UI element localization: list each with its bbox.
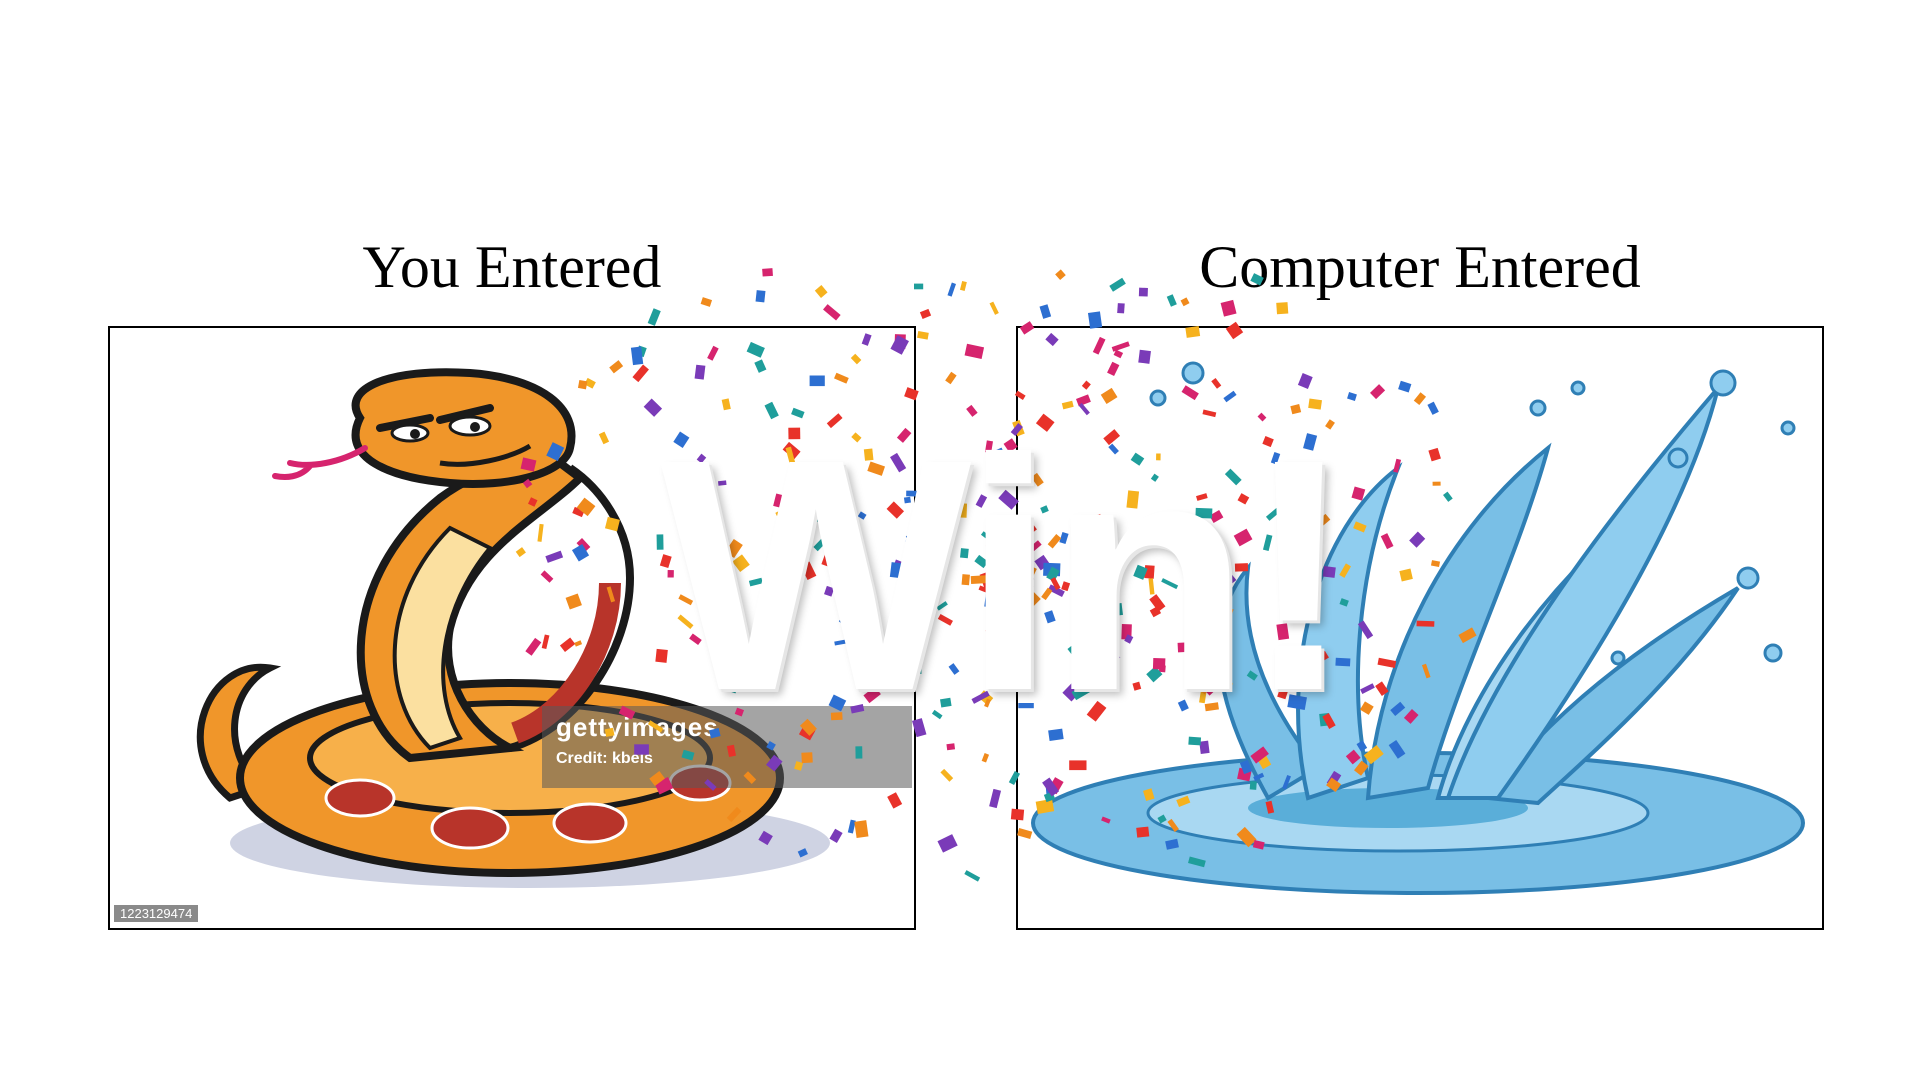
confetti-piece bbox=[1000, 555, 1011, 563]
confetti-piece bbox=[946, 743, 956, 751]
confetti-piece bbox=[964, 343, 985, 359]
confetti-piece bbox=[647, 308, 661, 326]
confetti-piece bbox=[1003, 653, 1010, 662]
confetti-piece bbox=[931, 555, 944, 568]
confetti-piece bbox=[919, 308, 932, 319]
confetti-piece bbox=[933, 542, 945, 556]
confetti-piece bbox=[989, 301, 999, 315]
confetti-piece bbox=[985, 623, 1003, 643]
stock-watermark: gettyimages Credit: kbeis bbox=[542, 706, 912, 788]
confetti-piece bbox=[823, 304, 841, 321]
confetti-piece bbox=[970, 575, 989, 584]
confetti-piece bbox=[948, 663, 960, 675]
confetti-piece bbox=[959, 280, 967, 291]
confetti-piece bbox=[978, 585, 988, 593]
confetti-piece bbox=[1003, 552, 1011, 564]
watermark-brand: gettyimages bbox=[556, 712, 719, 742]
computer-choice-panel bbox=[1016, 326, 1824, 930]
confetti-piece bbox=[1039, 304, 1052, 319]
confetti-piece bbox=[961, 574, 970, 586]
confetti-piece bbox=[996, 563, 1008, 579]
confetti-piece bbox=[984, 698, 991, 708]
confetti-piece bbox=[931, 709, 943, 720]
confetti-piece bbox=[971, 690, 990, 704]
confetti-piece bbox=[989, 788, 1002, 809]
confetti-piece bbox=[948, 506, 962, 518]
confetti-piece bbox=[939, 522, 954, 532]
confetti-piece bbox=[940, 697, 952, 708]
player-choice-caption: You Entered bbox=[362, 234, 662, 300]
confetti-piece bbox=[924, 474, 931, 490]
confetti-piece bbox=[985, 531, 1002, 551]
player-choice-panel: gettyimages Credit: kbeis 1223129474 bbox=[108, 326, 916, 930]
confetti-piece bbox=[974, 554, 989, 569]
confetti-piece bbox=[940, 768, 954, 782]
confetti-piece bbox=[940, 502, 952, 515]
watermark-credit: Credit: kbeis bbox=[556, 750, 653, 767]
confetti-piece bbox=[995, 447, 1006, 460]
confetti-piece bbox=[947, 282, 956, 297]
confetti-piece bbox=[975, 494, 988, 508]
confetti-piece bbox=[978, 690, 994, 706]
confetti-piece bbox=[984, 591, 995, 608]
confetti-piece bbox=[945, 371, 957, 385]
confetti-piece bbox=[936, 601, 948, 611]
confetti-piece bbox=[992, 554, 1010, 566]
confetti-piece bbox=[932, 510, 941, 523]
confetti-piece bbox=[1220, 299, 1237, 317]
confetti-piece bbox=[923, 508, 933, 519]
confetti-piece bbox=[981, 753, 990, 763]
stock-image-id: 1223129474 bbox=[114, 905, 199, 922]
confetti-piece bbox=[979, 571, 994, 592]
confetti-piece bbox=[980, 531, 997, 545]
confetti-piece bbox=[923, 555, 932, 564]
confetti-piece bbox=[953, 503, 968, 518]
confetti-piece bbox=[964, 870, 981, 882]
confetti-piece bbox=[996, 528, 1010, 540]
confetti-piece bbox=[1276, 302, 1289, 315]
confetti-piece bbox=[960, 548, 969, 559]
confetti-piece bbox=[1117, 303, 1125, 314]
confetti-piece bbox=[966, 404, 978, 417]
confetti-piece bbox=[917, 331, 929, 340]
confetti-piece bbox=[992, 643, 1008, 658]
computer-choice-caption: Computer Entered bbox=[1199, 234, 1641, 300]
confetti-piece bbox=[937, 834, 958, 853]
water-splash-illustration bbox=[1031, 361, 1805, 895]
confetti-piece bbox=[937, 614, 953, 626]
confetti-piece bbox=[1003, 528, 1016, 542]
confetti-piece bbox=[930, 526, 942, 538]
snake-illustration bbox=[196, 368, 830, 888]
confetti-piece bbox=[984, 440, 993, 454]
